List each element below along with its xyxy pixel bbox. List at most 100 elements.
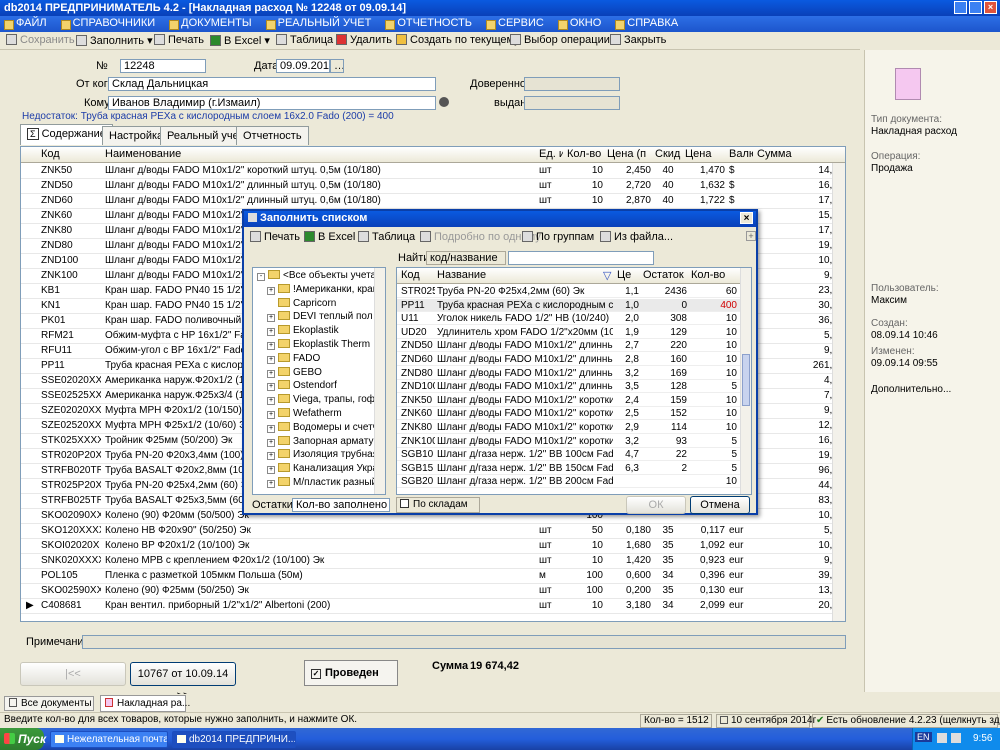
tree-expander-icon[interactable]: + — [267, 328, 275, 337]
menu-item[interactable]: РЕАЛЬНЫЙ УЧЕТ — [262, 16, 382, 30]
table-row[interactable]: ZNK50 Шланг д/воды FADO M10x1/2" короткий… — [397, 394, 741, 407]
more-link[interactable]: Дополнительно... — [871, 384, 951, 395]
dialog-close-icon[interactable]: × — [740, 212, 753, 224]
grid-cell[interactable]: 10 — [691, 476, 737, 487]
tree-expander-icon[interactable]: + — [267, 383, 275, 392]
table-row[interactable]: ZND50 Шланг д/воды FADO M10x1/2" длинный … — [21, 179, 845, 194]
tree-expander-icon[interactable]: + — [267, 480, 275, 488]
cancel-button[interactable]: Отмена — [690, 496, 750, 514]
grid-cell[interactable]: 10 — [691, 327, 737, 338]
language-indicator[interactable]: EN — [915, 732, 932, 742]
tree-expander-icon[interactable]: + — [267, 355, 275, 364]
grid-cell[interactable]: 5 — [691, 463, 737, 474]
scroll-thumb[interactable] — [742, 354, 750, 406]
expand-icon[interactable]: + — [746, 231, 756, 241]
column-header[interactable]: Скид — [655, 148, 681, 160]
tree-item[interactable]: + GEBO — [267, 366, 322, 378]
grid-cell[interactable]: 5 — [691, 449, 737, 460]
table-row[interactable]: ZNK60 Шланг д/воды FADO M10x1/2" короткий… — [397, 407, 741, 421]
grid-cell[interactable]: 400 — [691, 300, 737, 311]
task-db2014[interactable]: db2014 ПРЕДПРИНИ... — [172, 731, 296, 748]
tree-item[interactable]: + Ekoplastik Therm — [267, 339, 370, 350]
find-input[interactable] — [508, 251, 654, 265]
menu-item[interactable]: СПРАВОЧНИКИ — [57, 16, 166, 30]
first-document-button[interactable]: |<< — [20, 662, 126, 686]
dialog-print-button[interactable]: Печать — [250, 231, 300, 243]
minimize-icon[interactable] — [954, 1, 967, 14]
menu-item[interactable]: ДОКУМЕНТЫ — [165, 16, 261, 30]
grid-scrollbar[interactable] — [832, 163, 845, 621]
tree-expander-icon[interactable]: + — [267, 424, 275, 433]
dialog-excel-button[interactable]: В Excel — [304, 231, 355, 243]
column-header[interactable]: Наименование — [105, 148, 535, 160]
table-row[interactable]: ZNK100Шланг д/воды FADO M10x1/2" коротки… — [397, 435, 741, 448]
column-header[interactable]: Кол-во — [691, 269, 737, 281]
column-header[interactable]: Цена (п — [607, 148, 651, 160]
tree-item[interactable]: + М/пластик разный — [267, 477, 377, 488]
number-field[interactable]: 12248 — [120, 59, 206, 73]
tree-item[interactable]: - <Все объекты учета> — [257, 270, 382, 281]
table-row[interactable]: ▶ C408681 Кран вентил. приборный 1/2"x1/2"… — [21, 599, 845, 614]
table-row[interactable]: ZNK80 Шланг д/воды FADO M10x1/2" короткий… — [397, 421, 741, 434]
fill-button[interactable]: Заполнить ▾ — [76, 34, 153, 48]
update-notice[interactable]: ✔ Есть обновление 4.2.23 (щелкнуть здесь) — [812, 714, 1000, 728]
from-field[interactable]: Склад Дальницкая — [108, 77, 436, 91]
table-row[interactable]: PP11 Труба красная PEXa с кислородным сло… — [397, 298, 741, 312]
start-button[interactable]: Пуск — [0, 728, 46, 750]
excel-button[interactable]: В Excel ▾ — [210, 34, 270, 48]
next-document-button[interactable]: 10767 от 10.09.14 >> — [130, 662, 236, 702]
tree-item[interactable]: + Запорная арматура — [267, 435, 384, 447]
proxy-field[interactable] — [524, 77, 620, 91]
dialog-table-button[interactable]: Таблица — [358, 231, 415, 243]
tab-invoice[interactable]: Накладная ра... — [100, 695, 190, 712]
table-row[interactable]: ZND50 Шланг д/воды FADO M10x1/2" длинный … — [397, 339, 741, 353]
ok-button[interactable]: ОК — [626, 496, 686, 514]
note-field[interactable] — [82, 635, 846, 649]
table-row[interactable]: U11 Уголок никель FADO 1/2" HB (10/240) 2,… — [397, 312, 741, 326]
menu-item[interactable]: СЕРВИС — [482, 16, 554, 30]
grid-cell[interactable]: 10 — [691, 354, 737, 365]
column-header[interactable]: Остаток — [643, 269, 687, 281]
tree-expander-icon[interactable]: + — [267, 369, 275, 378]
tab-reports[interactable]: Отчетность — [236, 126, 309, 145]
create-by-current-button[interactable]: Создать по текущему — [396, 34, 520, 48]
tree-expander-icon[interactable]: - — [257, 273, 265, 281]
contact-icon[interactable] — [439, 97, 449, 107]
column-header[interactable]: Код — [401, 269, 435, 281]
tree-item[interactable]: + Ostendorf — [267, 380, 337, 392]
table-row[interactable]: SGB20 Шланг д/газа нерж. 1/2" BB 200см Fa… — [397, 475, 741, 489]
tree-item[interactable]: + Изоляция трубная — [267, 449, 378, 461]
table-row[interactable]: UD20 Удлинитель хром FADO 1/2"x20мм (10/4… — [397, 326, 741, 339]
tree-expander-icon[interactable]: + — [267, 438, 275, 447]
tab-content[interactable]: Σ Содержание — [20, 124, 113, 145]
tree-item[interactable]: + Водомеры и счетчик — [267, 421, 385, 433]
menu-item[interactable]: ОКНО — [554, 16, 611, 30]
print-button[interactable]: Печать — [154, 34, 204, 48]
grid-cell[interactable]: 5 — [691, 381, 737, 392]
dialog-grid-scrollbar[interactable] — [740, 268, 751, 494]
tree-item[interactable]: + Viega, трапы, гофры — [267, 394, 385, 406]
grid-cell[interactable]: 10 — [691, 422, 737, 433]
grid-cell[interactable]: 60 — [691, 286, 737, 297]
menu-item[interactable]: ФАЙЛ — [0, 16, 57, 30]
table-row[interactable]: SKO02590XX Колено (90) Ф25мм (50/250) Эк ш… — [21, 584, 845, 599]
tree-item[interactable]: + Wefatherm — [267, 408, 342, 419]
tree-expander-icon[interactable]: + — [267, 314, 275, 323]
close-button[interactable]: Закрыть — [610, 34, 666, 48]
tree-item[interactable]: + Ekoplastik — [267, 325, 339, 337]
grid-cell[interactable]: 10 — [691, 408, 737, 419]
table-row[interactable]: SKO120XXXX Колено HB Ф20x90" (50/250) Эк ш… — [21, 524, 845, 539]
grid-cell[interactable]: 10 — [691, 313, 737, 324]
task-junk-mail[interactable]: Нежелательная почта ... — [50, 731, 168, 748]
tree-item[interactable]: + !Американки, крань — [267, 283, 383, 295]
table-row[interactable]: ZND80 Шланг д/воды FADO M10x1/2" длинный … — [397, 367, 741, 380]
column-header[interactable]: Кол-во — [567, 148, 603, 160]
tree-item[interactable]: + Канализация Украи — [267, 463, 384, 475]
network-icon[interactable] — [937, 733, 947, 743]
tree-expander-icon[interactable]: + — [267, 286, 275, 295]
tree-item[interactable]: Capricorn — [267, 297, 336, 309]
sort-arrow-icon[interactable]: ▽ — [603, 269, 613, 282]
table-row[interactable]: SGB15 Шланг д/газа нерж. 1/2" BB 150см Fa… — [397, 462, 741, 475]
tree-item[interactable]: + FADO — [267, 352, 320, 364]
table-row[interactable]: ZND60 Шланг д/воды FADO M10x1/2" длинный … — [397, 353, 741, 366]
